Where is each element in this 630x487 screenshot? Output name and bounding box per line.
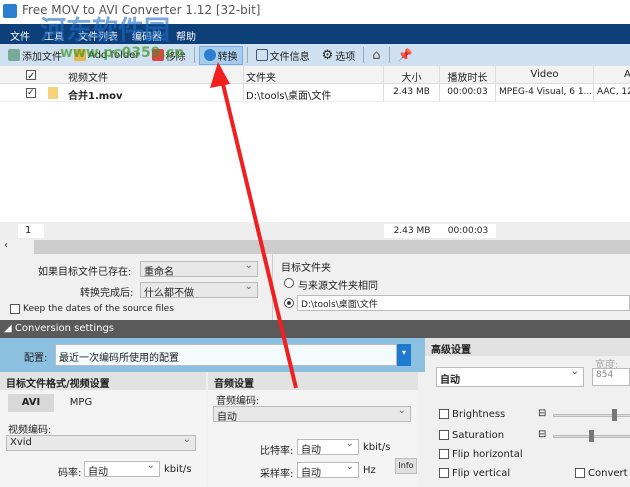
arrow-head <box>210 62 230 88</box>
arrow-shaft <box>220 79 298 389</box>
red-arrow-annotation <box>210 62 298 389</box>
